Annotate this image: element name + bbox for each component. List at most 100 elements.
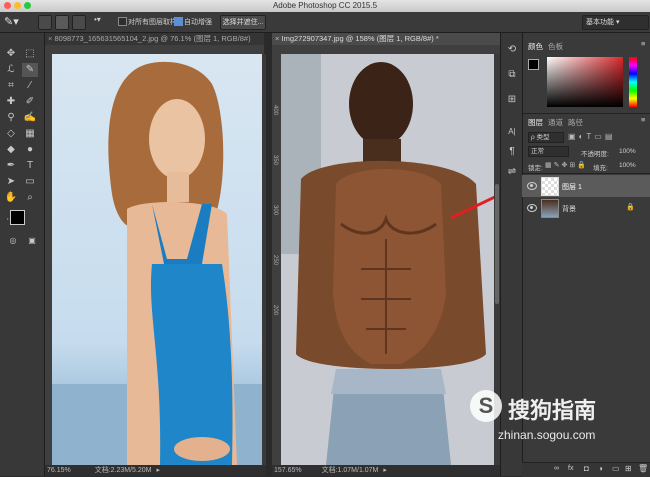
document-tab-right-title: Img272907347.jpg @ 158% (图层 1, RGB/8#) * <box>281 34 439 43</box>
panel-divider <box>523 113 650 114</box>
quick-selection-tool-preset-icon[interactable]: ✎▾ <box>4 15 19 28</box>
brush-tool-icon[interactable]: ✐ <box>22 95 38 109</box>
zoom-tool-icon[interactable]: ⌕ <box>22 191 38 205</box>
opacity-value[interactable]: 100% <box>619 148 636 155</box>
tab-paths[interactable]: 路径 <box>568 117 583 128</box>
scrollbar-thumb[interactable] <box>495 184 499 304</box>
tab-color[interactable]: 颜色 <box>528 41 543 52</box>
hue-slider[interactable] <box>629 57 637 107</box>
tab-swatches[interactable]: 色板 <box>548 41 563 52</box>
new-layer-icon[interactable]: ⊞ <box>625 464 632 473</box>
layer-thumbnail <box>541 199 559 218</box>
character-panel-icon[interactable]: A| <box>504 125 520 139</box>
add-to-selection-button[interactable] <box>55 15 69 30</box>
panel-divider <box>523 173 650 174</box>
healing-brush-tool-icon[interactable]: ✚ <box>3 95 19 109</box>
add-mask-icon[interactable]: ◘ <box>584 464 589 473</box>
select-and-mask-button[interactable]: 选择并遮住... <box>220 15 266 30</box>
delete-layer-icon[interactable]: 🗑 <box>638 464 648 473</box>
vertical-ruler-right: 400 350 300 250 200 <box>272 45 281 465</box>
tools-panel: ✥ ⬚ ℒ ✎ ⌗ ⁄ ✚ ✐ ⚲ ✍ ◇ ▦ ◆ ● ✒ T ➤ ▭ ✋ ⌕ … <box>0 33 45 476</box>
new-group-icon[interactable]: ▭ <box>612 464 620 473</box>
fx-icon[interactable]: fx <box>568 465 573 472</box>
status-menu-arrow-icon[interactable]: ▸ <box>156 467 160 474</box>
history-brush-tool-icon[interactable]: ✍ <box>22 111 38 125</box>
visibility-eye-icon[interactable] <box>527 204 537 212</box>
blend-mode-select[interactable]: 正常 <box>528 146 569 157</box>
document-tab-left[interactable]: × 8098773_165631565104_2.jpg @ 76.1% (图层… <box>45 33 264 45</box>
visibility-eye-icon[interactable] <box>527 182 537 190</box>
workspace-switcher[interactable]: 基本功能 ▾ <box>582 15 649 30</box>
eyedropper-tool-icon[interactable]: ⁄ <box>22 79 38 93</box>
subtract-selection-button[interactable] <box>72 15 86 30</box>
lock-label: 锁定: <box>528 165 543 172</box>
close-tab-icon[interactable]: × <box>275 34 279 43</box>
close-tab-icon[interactable]: × <box>48 34 52 43</box>
lock-icons[interactable]: ▦✎✥⊞🔒 <box>545 161 588 169</box>
status-bar-left: 76.15% 文档:2.23M/5.20M ▸ <box>45 465 266 476</box>
tab-channels[interactable]: 通道 <box>548 117 563 128</box>
blur-tool-icon[interactable]: ◆ <box>3 143 19 157</box>
panel-menu-icon[interactable]: ≡ <box>641 39 645 48</box>
eraser-tool-icon[interactable]: ◇ <box>3 127 19 141</box>
lock-icon: 🔒 <box>626 204 635 211</box>
doc-size-left: 文档:2.23M/5.20M <box>94 467 152 474</box>
brush-panel-icon[interactable]: ⊞ <box>504 93 520 107</box>
panel-menu-icon[interactable]: ≡ <box>641 115 645 124</box>
marquee-tool-icon[interactable]: ⬚ <box>22 47 38 61</box>
status-menu-arrow-icon[interactable]: ▸ <box>383 467 387 474</box>
brush-size-picker[interactable]: •▾ <box>94 15 101 24</box>
panel-icon-strip: ⟲ ⧉ ⊞ A| ¶ ⇌ <box>500 33 523 476</box>
link-layers-icon[interactable]: ∞ <box>554 465 559 472</box>
clone-stamp-tool-icon[interactable]: ⚲ <box>3 111 19 125</box>
shape-tool-icon[interactable]: ▭ <box>22 175 38 189</box>
layer-filter-kind-select[interactable]: ρ 类型 <box>528 132 564 143</box>
properties-panel-icon[interactable]: ⧉ <box>504 68 520 82</box>
screen-mode-icon[interactable]: ▣ <box>24 234 40 248</box>
layer-name[interactable]: 图层 1 <box>562 182 582 192</box>
close-window-button[interactable] <box>4 2 11 9</box>
paragraph-panel-icon[interactable]: ¶ <box>504 145 520 159</box>
adjustment-layer-icon[interactable]: ◑ <box>598 464 603 473</box>
maximize-window-button[interactable] <box>24 2 31 9</box>
fill-label: 填充: <box>593 165 608 172</box>
workspace-label: 基本功能 <box>586 19 614 26</box>
layer-row-background[interactable]: 背景 🔒 <box>522 197 650 219</box>
sample-all-layers-checkbox[interactable] <box>118 17 127 26</box>
new-selection-button[interactable] <box>38 15 52 30</box>
ruler-mark: 200 <box>272 305 278 316</box>
adjustments-panel-icon[interactable]: ⇌ <box>504 165 520 179</box>
layers-footer: ∞ fx ◘ ◑ ▭ ⊞ 🗑 <box>522 462 650 477</box>
type-tool-icon[interactable]: T <box>22 159 38 173</box>
gradient-tool-icon[interactable]: ▦ <box>22 127 38 141</box>
auto-enhance-checkbox[interactable] <box>174 17 183 26</box>
layer-row-layer1[interactable]: 图层 1 <box>522 175 650 197</box>
fg-color-chip[interactable] <box>528 59 539 70</box>
document-tab-left-title: 8098773_165631565104_2.jpg @ 76.1% (图层 1… <box>54 34 251 43</box>
color-field[interactable] <box>547 57 623 107</box>
ruler-mark: 350 <box>272 155 278 166</box>
document-tab-right[interactable]: × Img272907347.jpg @ 158% (图层 1, RGB/8#)… <box>272 33 500 45</box>
lasso-tool-icon[interactable]: ℒ <box>3 63 19 77</box>
options-bar: ✎▾ •▾ 对所有图层取样 自动增强 选择并遮住... 基本功能 ▾ <box>0 12 650 33</box>
history-panel-icon[interactable]: ⟲ <box>504 43 520 57</box>
auto-enhance-label: 自动增强 <box>184 19 212 26</box>
foreground-color-swatch[interactable] <box>10 210 25 225</box>
dodge-tool-icon[interactable]: ● <box>22 143 38 157</box>
document-canvas-right[interactable] <box>281 54 494 465</box>
hand-tool-icon[interactable]: ✋ <box>3 191 19 205</box>
tab-layers[interactable]: 图层 <box>528 117 543 128</box>
status-bar-right: 157.65% 文档:1.07M/1.07M ▸ <box>272 465 500 476</box>
ruler-mark: 300 <box>272 205 278 216</box>
quick-mask-icon[interactable]: ◎ <box>5 234 21 248</box>
quick-selection-tool-icon[interactable]: ✎ <box>22 63 38 77</box>
path-selection-tool-icon[interactable]: ➤ <box>3 175 19 189</box>
document-canvas-left[interactable] <box>52 54 262 465</box>
move-tool-icon[interactable]: ✥ <box>3 47 19 61</box>
layer-filter-icons[interactable]: ▣◐T▭▤ <box>568 132 615 141</box>
fill-value[interactable]: 100% <box>619 162 636 169</box>
pen-tool-icon[interactable]: ✒ <box>3 159 19 173</box>
crop-tool-icon[interactable]: ⌗ <box>3 79 19 93</box>
layer-name[interactable]: 背景 <box>562 204 576 214</box>
minimize-window-button[interactable] <box>14 2 21 9</box>
